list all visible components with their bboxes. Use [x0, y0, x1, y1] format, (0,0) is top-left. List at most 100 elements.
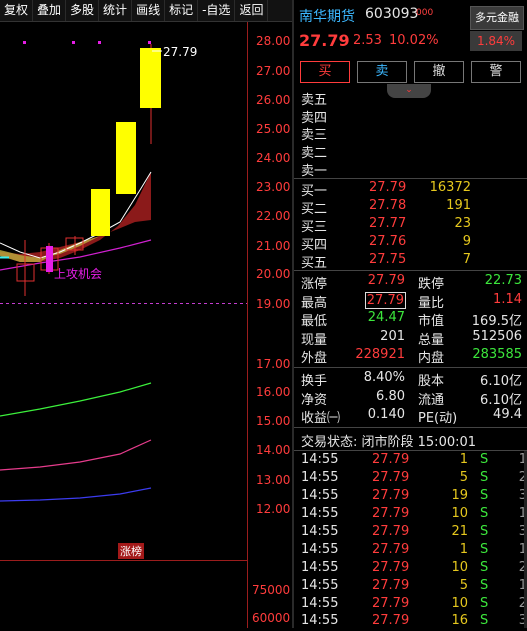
bid-label: 买四: [301, 238, 328, 253]
stat-net-assets: 6.80: [376, 389, 405, 404]
tick-volume: 5: [459, 470, 468, 485]
stats-row: 现量 201 总量 512506: [294, 329, 527, 348]
bid-label: 买三: [301, 220, 328, 235]
tick-price: 27.79: [372, 452, 410, 467]
toolbar-mark[interactable]: 标记: [165, 0, 199, 21]
sector-change-box[interactable]: 1.84%: [470, 31, 522, 51]
bid-row[interactable]: 买五 27.75 7: [294, 252, 527, 271]
tick-price: 27.79: [372, 506, 410, 521]
tick-row: 14:55 27.79 10 S 2: [294, 560, 527, 578]
divider: [294, 427, 527, 428]
stat-turnover: 8.40%: [363, 370, 405, 385]
tick-row: 14:55 27.79 1 S 1: [294, 542, 527, 560]
divider: [294, 178, 527, 179]
tick-side: S: [480, 506, 489, 521]
tick-time: 14:55: [301, 452, 339, 467]
price-tick: 24.00: [256, 151, 291, 165]
ask-row[interactable]: 卖四: [294, 107, 527, 126]
stock-name[interactable]: 南华期货: [299, 6, 355, 26]
signal-dot: [72, 41, 75, 44]
tick-price: 27.79: [372, 578, 410, 593]
bid-volume: 23: [454, 216, 471, 231]
ma-line-green: [0, 382, 152, 417]
tick-volume: 10: [451, 596, 468, 611]
stat-label: 内盘: [418, 351, 445, 366]
toolbar-back[interactable]: 返回: [235, 0, 269, 21]
stat-label: 最高: [301, 296, 328, 311]
tick-price: 27.79: [372, 560, 410, 575]
toolbar-statistics[interactable]: 统计: [99, 0, 133, 21]
ask-label: 卖五: [301, 93, 328, 108]
ask-row[interactable]: 卖五: [294, 89, 527, 108]
tick-time: 14:55: [301, 506, 339, 521]
signal-label: 上攻机会: [54, 267, 103, 281]
tick-volume: 5: [459, 578, 468, 593]
stat-eps: 0.140: [367, 407, 405, 422]
alert-button[interactable]: 警: [471, 61, 521, 83]
tick-volume: 19: [451, 488, 468, 503]
ask-row[interactable]: 卖三: [294, 124, 527, 143]
toolbar-draw-line[interactable]: 画线: [132, 0, 166, 21]
tick-volume: 21: [451, 524, 468, 539]
tick-time: 14:55: [301, 578, 339, 593]
stat-inner-volume: 283585: [472, 347, 522, 362]
price-tick: 20.00: [256, 267, 291, 281]
kline-svg: [0, 22, 248, 628]
signal-dot: [148, 41, 151, 44]
tick-side: S: [480, 560, 489, 575]
signal-dot: [23, 41, 26, 44]
tick-side: S: [480, 488, 489, 503]
stat-label: 现量: [301, 333, 328, 348]
toolbar-multi-stock[interactable]: 多股: [66, 0, 100, 21]
bid-row[interactable]: 买二 27.78 191: [294, 198, 527, 217]
toolbar-overlay[interactable]: 叠加: [33, 0, 67, 21]
sector-button[interactable]: 多元金融: [470, 6, 524, 30]
tick-time: 14:55: [301, 542, 339, 557]
tick-price: 27.79: [372, 613, 410, 628]
tick-volume: 16: [451, 613, 468, 628]
tick-side: S: [480, 470, 489, 485]
signal-dot: [98, 41, 101, 44]
stat-label: 收益㈠: [301, 411, 341, 426]
price-tick: 17.00: [256, 357, 291, 371]
stat-limit-down: 22.73: [484, 273, 522, 288]
ask-row[interactable]: 卖二: [294, 142, 527, 161]
price-tick: 16.00: [256, 385, 291, 399]
tick-time: 14:55: [301, 470, 339, 485]
trade-status-row: 交易状态: 闭市阶段 15:00:01: [294, 431, 527, 450]
tick-side: S: [480, 596, 489, 611]
tick-side: S: [480, 542, 489, 557]
price-tick: 22.00: [256, 209, 291, 223]
limit-up-badge[interactable]: 涨榜: [118, 543, 144, 559]
stat-float: 6.10亿: [480, 393, 522, 408]
tick-time: 14:55: [301, 560, 339, 575]
bid-row[interactable]: 买一 27.79 16372: [294, 180, 527, 199]
ask-row[interactable]: 卖一: [294, 160, 527, 179]
ma-line-pink: [0, 439, 152, 471]
stats-row: 收益㈠ 0.140 PE(动) 49.4: [294, 407, 527, 426]
bid-row[interactable]: 买三 27.77 23: [294, 216, 527, 235]
bid-price: 27.78: [369, 198, 407, 213]
price-tick: 21.00: [256, 239, 291, 253]
cancel-order-button[interactable]: 撤: [414, 61, 464, 83]
ask-label: 卖一: [301, 164, 328, 179]
bid-row[interactable]: 买四 27.76 9: [294, 234, 527, 253]
tick-time: 14:55: [301, 524, 339, 539]
sell-button[interactable]: 卖: [357, 61, 407, 83]
kline-chart[interactable]: 27.79 上攻机会 涨榜 28.00 27.00 26.00 25.00 24…: [0, 22, 292, 628]
toolbar-remove-watchlist[interactable]: -自选: [198, 0, 236, 21]
stat-label: 净资: [301, 393, 328, 408]
ask-label: 卖三: [301, 128, 328, 143]
stat-pe: 49.4: [493, 407, 522, 422]
stats-row: 净资 6.80 流通 6.10亿: [294, 389, 527, 408]
stat-share-capital: 6.10亿: [480, 374, 522, 389]
tick-volume: 1: [459, 452, 468, 467]
toolbar-restore-rights[interactable]: 复权: [0, 0, 34, 21]
tick-time: 14:55: [301, 488, 339, 503]
stock-code-suffix: 000: [416, 8, 434, 18]
stats-row: 涨停 27.79 跌停 22.73: [294, 273, 527, 292]
current-price: 27.79: [299, 31, 350, 50]
stat-label: 股本: [418, 374, 445, 389]
divider: [294, 367, 527, 368]
buy-button[interactable]: 买: [300, 61, 350, 83]
